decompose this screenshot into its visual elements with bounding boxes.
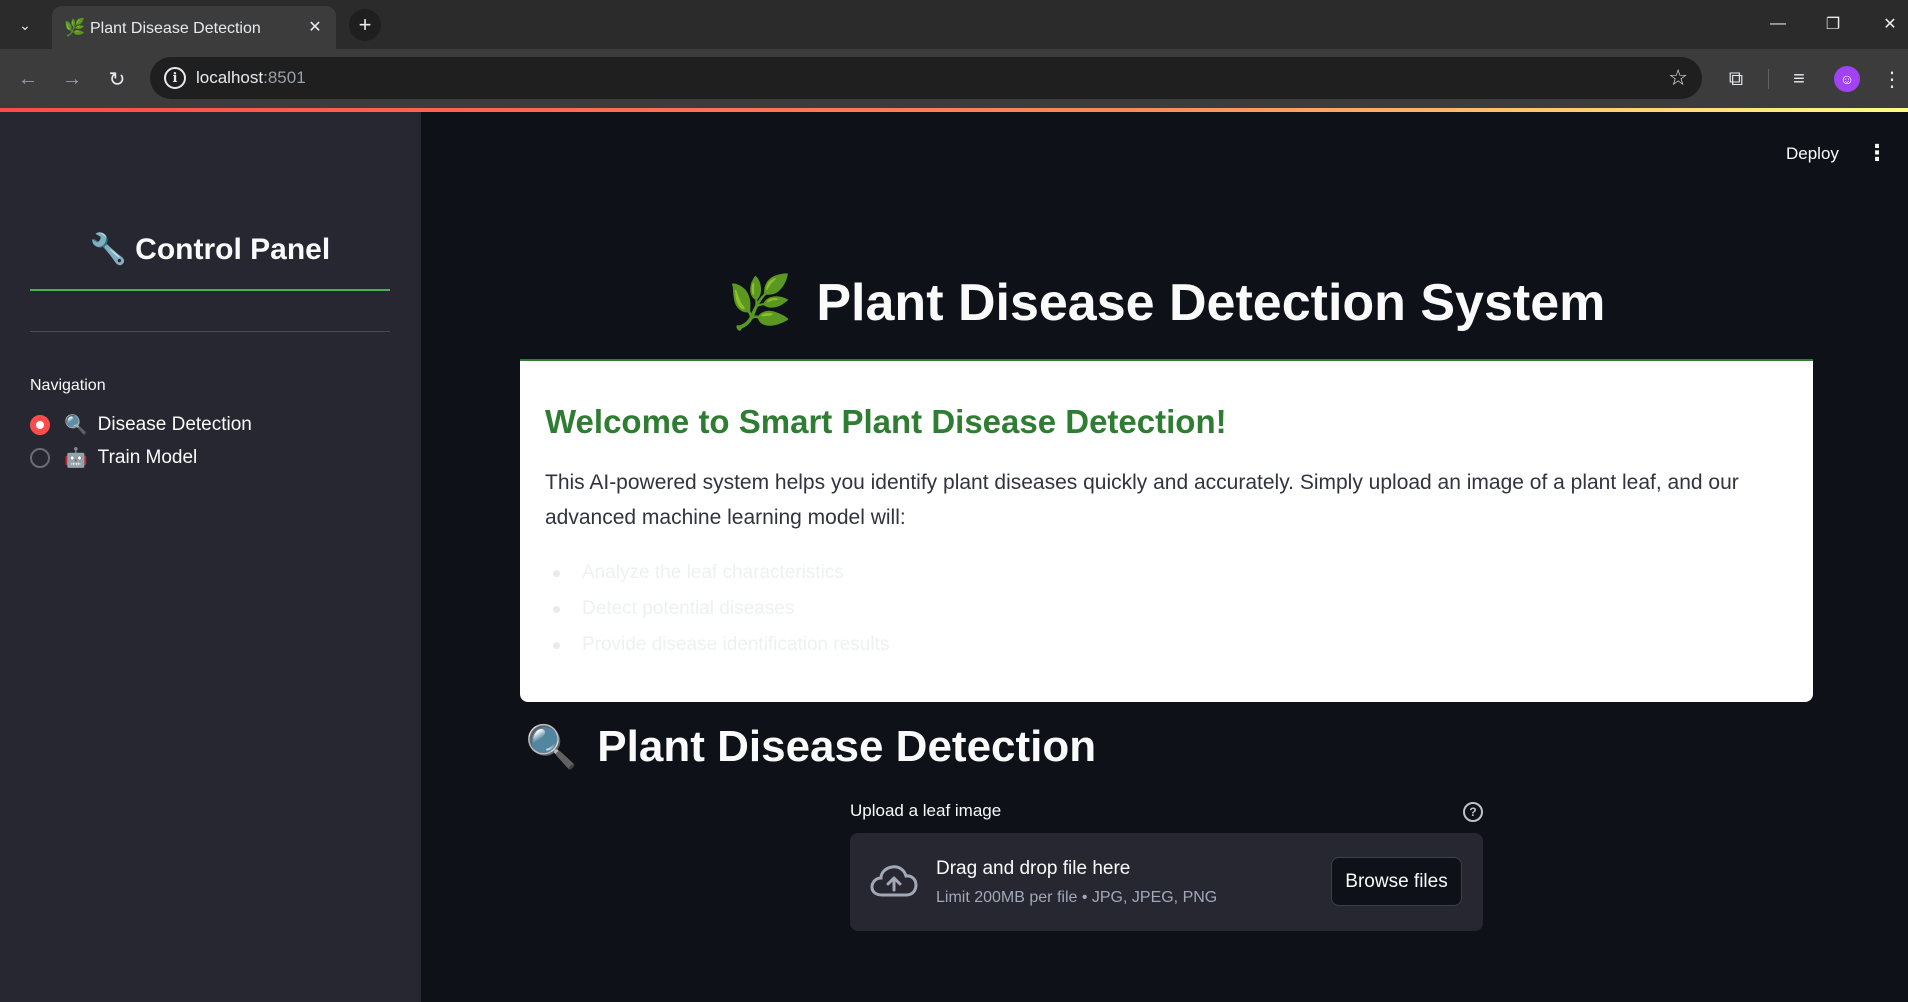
magnifier-icon: 🔍 <box>525 722 578 770</box>
address-bar[interactable]: i localhost:8501 ☆ <box>150 57 1702 99</box>
bullet-icon <box>553 641 560 649</box>
bullet-icon <box>553 605 560 613</box>
nav-radio-disease-detection[interactable]: 🔍 Disease Detection <box>30 411 252 439</box>
welcome-title: Welcome to Smart Plant Disease Detection… <box>545 403 1227 440</box>
tab-title: Plant Disease Detection <box>90 20 261 37</box>
sidebar-divider <box>30 331 390 332</box>
nav-item-label: Disease Detection <box>97 414 252 435</box>
feature-list: Analyze the leaf characteristics Detect … <box>545 555 889 663</box>
minimize-icon[interactable]: — <box>1760 10 1796 38</box>
tab-close-icon[interactable]: ✕ <box>304 16 326 38</box>
toolbar-divider <box>1768 69 1769 89</box>
radio-selected-icon[interactable] <box>30 415 50 435</box>
list-item: Detect potential diseases <box>545 591 889 627</box>
new-tab-plus-icon[interactable]: + <box>349 9 381 41</box>
welcome-card: Welcome to Smart Plant Disease Detection… <box>520 361 1813 702</box>
nav-radio-train-model[interactable]: 🤖 Train Model <box>30 444 197 472</box>
extensions-puzzle-icon[interactable]: ⧉ <box>1720 63 1752 95</box>
media-controls-icon[interactable]: ≡ <box>1783 63 1815 95</box>
url-text[interactable]: localhost:8501 <box>196 68 306 88</box>
list-item: Analyze the leaf characteristics <box>545 555 889 591</box>
forward-arrow-icon[interactable]: → <box>56 63 88 95</box>
upload-label: Upload a leaf image <box>850 801 1002 820</box>
browser-tab-bar: ⌄ 🌿 Plant Disease Detection ✕ + — ❐ ✕ <box>0 0 1908 49</box>
bookmark-star-icon[interactable]: ☆ <box>1668 65 1688 91</box>
back-arrow-icon[interactable]: ← <box>12 63 44 95</box>
reload-icon[interactable]: ↻ <box>101 63 133 95</box>
magnifier-icon: 🔍 <box>64 415 88 436</box>
dropzone-limit-text: Limit 200MB per file • JPG, JPEG, PNG <box>936 889 1218 906</box>
browser-menu-kebab-icon[interactable]: ⋮ <box>1876 63 1908 95</box>
app-menu-kebab-icon[interactable]: ⋮ <box>1866 140 1888 166</box>
navigation-label: Navigation <box>30 377 106 394</box>
site-info-icon[interactable]: i <box>164 67 186 89</box>
help-question-icon[interactable]: ? <box>1463 802 1483 822</box>
tab-search-chevron-icon[interactable]: ⌄ <box>12 12 38 38</box>
browse-files-button[interactable]: Browse files <box>1331 857 1462 906</box>
restore-icon[interactable]: ❐ <box>1815 10 1851 38</box>
leaf-icon: 🌿 <box>727 274 793 332</box>
wrench-icon: 🔧 <box>89 233 128 266</box>
radio-unselected-icon[interactable] <box>30 448 50 468</box>
list-item: Provide disease identification results <box>545 627 889 663</box>
nav-item-label: Train Model <box>97 447 198 468</box>
sidebar: 🔧 Control Panel Navigation 🔍 Disease Dete… <box>0 112 421 1002</box>
bullet-icon <box>553 569 560 577</box>
sidebar-title: 🔧 Control Panel <box>89 233 331 266</box>
leaf-favicon-icon: 🌿 <box>64 18 86 37</box>
welcome-description: This AI-powered system helps you identif… <box>545 471 1739 529</box>
profile-avatar-icon[interactable]: ☺ <box>1834 66 1860 92</box>
deploy-button[interactable]: Deploy <box>1786 144 1839 164</box>
file-dropzone[interactable]: Drag and drop file here Limit 200MB per … <box>850 833 1483 931</box>
browser-tab[interactable]: 🌿 Plant Disease Detection ✕ <box>52 6 336 49</box>
sidebar-title-underline <box>30 289 390 291</box>
detection-section-title: 🔍 Plant Disease Detection <box>525 722 1097 771</box>
cloud-upload-icon <box>870 865 918 897</box>
dropzone-instructions: Drag and drop file here <box>936 858 1131 879</box>
window-close-icon[interactable]: ✕ <box>1872 10 1908 38</box>
robot-icon: 🤖 <box>64 448 88 469</box>
browser-toolbar: ← → ↻ i localhost:8501 ☆ ⧉ ≡ ☺ ⋮ <box>0 49 1908 108</box>
page-title: 🌿 Plant Disease Detection System <box>727 274 1606 332</box>
